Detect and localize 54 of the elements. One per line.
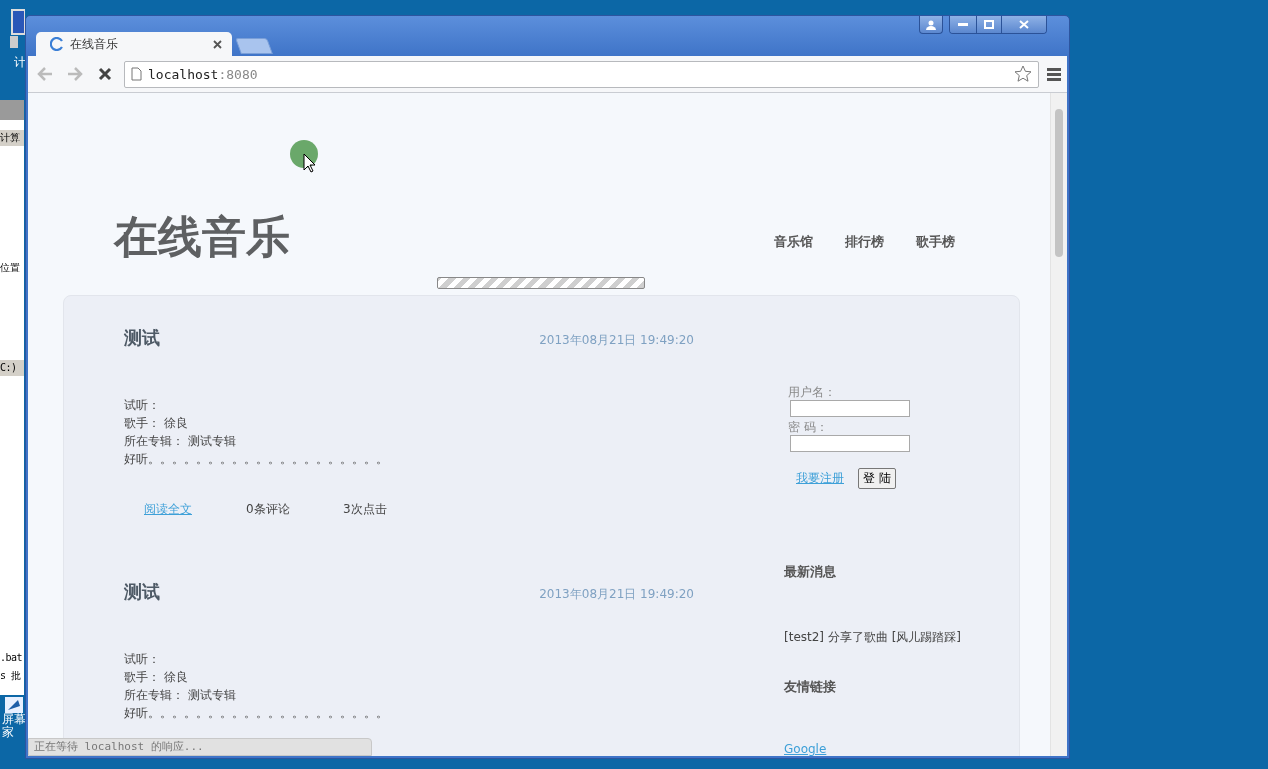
icon-label: 屏幕 家	[2, 713, 26, 739]
post-title: 测试	[124, 580, 160, 604]
post-text: 歌手： 徐良	[124, 415, 189, 432]
close-icon[interactable]	[213, 39, 222, 49]
comment-count: 0条评论	[246, 501, 291, 518]
status-bubble: 正在等待 localhost 的响应...	[28, 738, 372, 756]
window-text: C:)	[0, 360, 24, 376]
stop-icon	[98, 67, 112, 81]
nav-link[interactable]: 歌手榜	[916, 233, 955, 251]
maximize-button[interactable]	[976, 16, 1001, 33]
profile-icon	[926, 19, 936, 30]
close-icon	[1019, 20, 1029, 29]
menu-icon[interactable]	[1047, 67, 1061, 81]
section-heading: 友情链接	[784, 678, 837, 696]
nav-link[interactable]: 音乐馆	[774, 233, 813, 251]
star-icon[interactable]	[1014, 65, 1032, 83]
maximize-icon	[984, 20, 994, 29]
field-label: 密 码：	[787, 419, 829, 435]
post-text: 所在专辑： 测试专辑	[124, 433, 237, 450]
post-text: 好听。。。。。。。。。。。。。。。。。。。。	[124, 705, 389, 722]
post-title: 测试	[124, 326, 160, 350]
section-heading: 最新消息	[784, 563, 837, 581]
site-title: 在线音乐	[114, 211, 290, 263]
post-date: 2013年08月21日 19:49:20	[539, 332, 694, 349]
icon-label: 计	[14, 56, 26, 69]
tab-title: 在线音乐	[70, 35, 119, 53]
click-count: 3次点击	[343, 501, 387, 518]
post-text: 好听。。。。。。。。。。。。。。。。。。。。	[124, 451, 389, 468]
news-item: [test2] 分享了歌曲 [风儿踢踏踩]	[784, 629, 963, 646]
recorder-icon[interactable]	[5, 697, 23, 713]
close-button[interactable]	[1001, 16, 1046, 33]
profile-button[interactable]	[919, 16, 943, 34]
window-text: .bat	[0, 651, 24, 665]
minimize-icon	[958, 23, 968, 26]
post-text: 歌手： 徐良	[124, 669, 189, 686]
new-tab-button[interactable]	[235, 38, 273, 54]
page-icon	[131, 67, 142, 81]
login-button[interactable]: 登 陆	[858, 468, 896, 489]
password-field[interactable]	[790, 435, 910, 452]
window-text: 计算	[0, 130, 24, 146]
post-text: 试听：	[124, 651, 161, 668]
post-text: 试听：	[124, 397, 161, 414]
window-text: s 批	[0, 669, 22, 683]
address-bar[interactable]: localhost:8080	[124, 60, 1039, 88]
browser-tab[interactable]: 在线音乐	[36, 32, 232, 56]
post-text: 所在专辑： 测试专辑	[124, 687, 237, 704]
username-field[interactable]	[790, 400, 910, 417]
window-text: 位置	[0, 261, 21, 275]
computer-icon[interactable]	[8, 8, 25, 48]
nav-link[interactable]: 排行榜	[845, 233, 884, 251]
post-date: 2013年08月21日 19:49:20	[539, 586, 694, 603]
minimize-button[interactable]	[950, 16, 976, 33]
field-label: 用户名：	[787, 384, 837, 400]
window-title-bar	[0, 100, 24, 120]
